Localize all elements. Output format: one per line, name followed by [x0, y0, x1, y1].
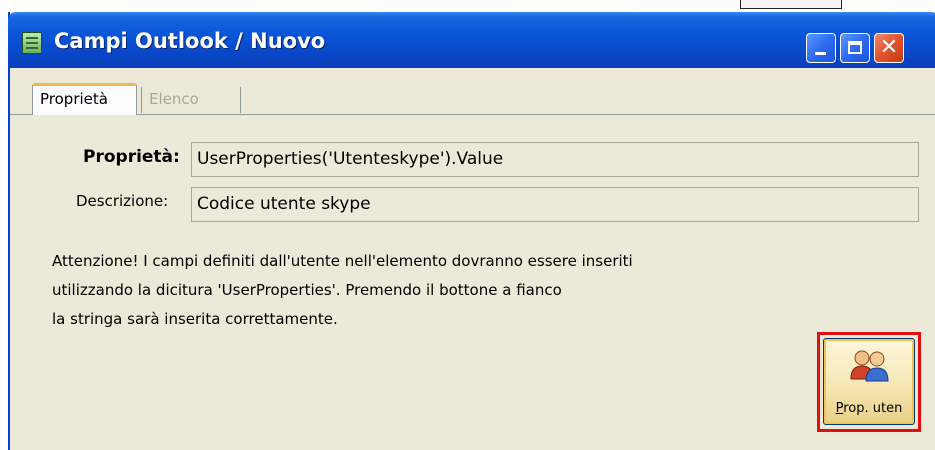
- form-icon: [22, 32, 42, 54]
- tab-panel: Proprietà: UserProperties('Utenteskype')…: [10, 115, 935, 450]
- tab-strip: Proprietà Elenco: [10, 68, 935, 115]
- user-properties-button-label: Prop. uten: [835, 401, 903, 416]
- warning-note: Attenzione! I campi definiti dall'utente…: [52, 247, 812, 334]
- note-line: la stringa sarà inserita correttamente.: [52, 310, 338, 328]
- user-properties-button[interactable]: Prop. uten: [823, 338, 915, 425]
- background-window-edge: [740, 0, 842, 9]
- close-icon: ✕: [879, 35, 899, 60]
- note-line: utilizzando la dicitura 'UserProperties'…: [52, 281, 562, 299]
- property-field[interactable]: UserProperties('Utenteskype').Value: [191, 142, 919, 177]
- description-label: Descrizione:: [76, 192, 169, 210]
- tab-elenco[interactable]: Elenco: [141, 87, 241, 113]
- description-field[interactable]: Codice utente skype: [191, 187, 919, 222]
- tab-proprieta[interactable]: Proprietà: [32, 83, 137, 115]
- users-icon: [850, 350, 889, 382]
- window-title: Campi Outlook / Nuovo: [54, 29, 326, 53]
- titlebar[interactable]: Campi Outlook / Nuovo ✕: [8, 12, 935, 68]
- minimize-button[interactable]: [806, 33, 836, 63]
- property-label: Proprietà:: [83, 147, 180, 167]
- maximize-button[interactable]: [840, 33, 870, 63]
- close-button[interactable]: ✕: [874, 33, 904, 63]
- dialog-window: Campi Outlook / Nuovo ✕ Proprietà Elenco…: [8, 12, 935, 450]
- screen: Campi Outlook / Nuovo ✕ Proprietà Elenco…: [0, 0, 935, 450]
- note-line: Attenzione! I campi definiti dall'utente…: [52, 252, 633, 270]
